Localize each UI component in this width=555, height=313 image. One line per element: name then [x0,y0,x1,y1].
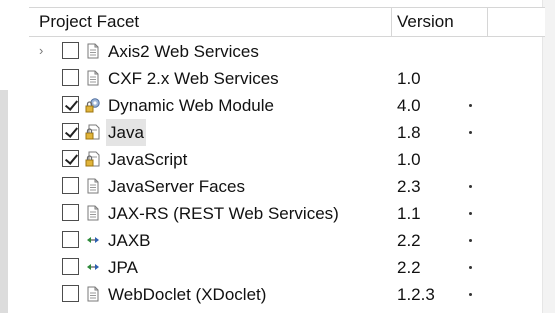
version-dropdown-icon[interactable] [469,104,472,107]
facet-version[interactable]: 1.2.3 [397,281,435,308]
facet-name: JavaScript [108,150,188,169]
facet-checkbox[interactable] [62,204,79,221]
version-dropdown-icon[interactable] [469,266,472,269]
left-gutter [0,0,29,313]
facet-version[interactable]: 1.0 [397,65,421,92]
page-icon [85,178,101,194]
facet-name: WebDoclet (XDoclet) [108,285,267,304]
facet-name: JAX-RS (REST Web Services) [108,204,339,223]
facet-table-header: Project Facet Version [29,7,545,37]
facet-version[interactable]: 1.8 [397,119,421,146]
column-separator[interactable] [391,8,392,36]
facet-name: Axis2 Web Services [108,42,259,61]
facet-version[interactable]: 4.0 [397,92,421,119]
facet-row[interactable]: WebDoclet (XDoclet) 1.2.3 [29,281,545,308]
column-separator[interactable] [487,8,488,36]
facet-name: JavaServer Faces [108,177,245,196]
facet-checkbox[interactable] [62,231,79,248]
facet-version[interactable]: 2.2 [397,227,421,254]
left-gutter-bar [0,90,8,313]
page-icon [85,286,101,302]
expand-chevron-icon[interactable]: › [39,44,49,57]
facet-checkbox[interactable] [62,177,79,194]
facet-checkbox[interactable] [62,285,79,302]
facet-row[interactable]: › Axis2 Web Services [29,38,545,65]
facet-version[interactable]: 1.1 [397,200,421,227]
facet-version[interactable]: 1.0 [397,146,421,173]
locked-gear-icon [85,97,101,113]
facet-name: JPA [108,258,138,277]
facet-list: › Axis2 Web Services CXF 2.x Web Services 1… [29,38,545,308]
facet-row[interactable]: CXF 2.x Web Services 1.0 [29,65,545,92]
facet-name: JAXB [108,231,151,250]
facet-name: CXF 2.x Web Services [108,69,279,88]
version-dropdown-icon[interactable] [469,185,472,188]
page-icon [85,43,101,59]
arrows-icon [85,259,101,275]
column-header-version[interactable]: Version [397,8,454,36]
facet-row[interactable]: JPA 2.2 [29,254,545,281]
facet-row[interactable]: JavaServer Faces 2.3 [29,173,545,200]
arrows-icon [85,232,101,248]
facet-checkbox[interactable] [62,96,79,113]
version-dropdown-icon[interactable] [469,131,472,134]
locked-page-icon [85,124,101,140]
facet-checkbox[interactable] [62,258,79,275]
facet-row[interactable]: JAX-RS (REST Web Services) 1.1 [29,200,545,227]
facet-checkbox[interactable] [62,123,79,140]
column-header-project-facet[interactable]: Project Facet [39,8,139,36]
facet-checkbox[interactable] [62,42,79,59]
facet-row[interactable]: Java 1.8 [29,119,545,146]
facet-checkbox[interactable] [62,150,79,167]
locked-page-icon [85,151,101,167]
facet-row[interactable]: Dynamic Web Module 4.0 [29,92,545,119]
facet-row[interactable]: JAXB 2.2 [29,227,545,254]
version-dropdown-icon[interactable] [469,212,472,215]
page-icon [85,70,101,86]
facet-name: Java [106,119,146,146]
facet-row[interactable]: JavaScript 1.0 [29,146,545,173]
page-icon [85,205,101,221]
version-dropdown-icon[interactable] [469,293,472,296]
version-dropdown-icon[interactable] [469,239,472,242]
facet-checkbox[interactable] [62,69,79,86]
facet-version[interactable]: 2.2 [397,254,421,281]
facet-version[interactable]: 2.3 [397,173,421,200]
facet-name: Dynamic Web Module [108,96,274,115]
